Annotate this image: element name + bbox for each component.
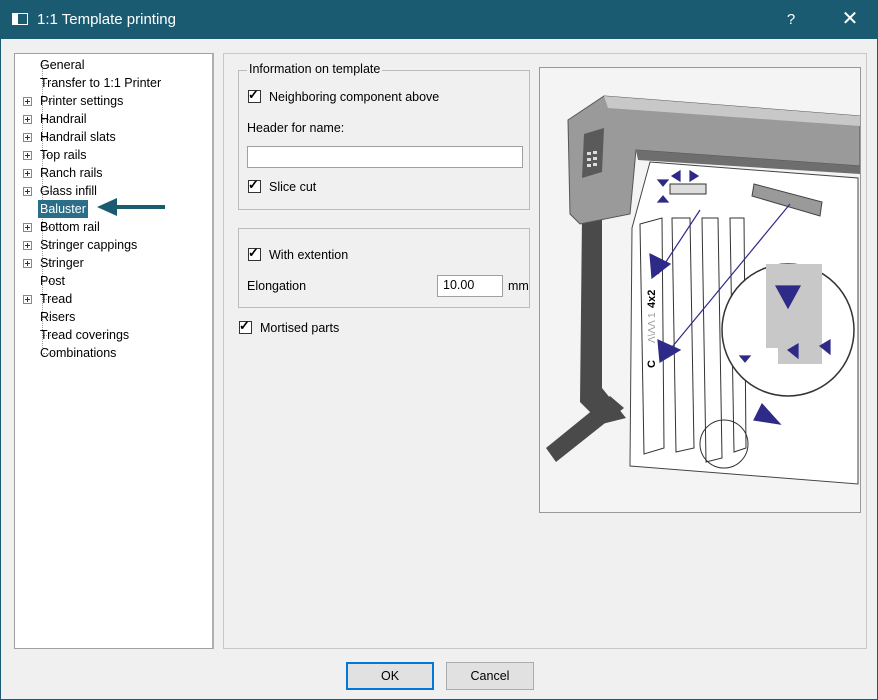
ok-button[interactable]: OK bbox=[346, 662, 434, 690]
tree-item-label: Stringer bbox=[40, 256, 84, 270]
tree-item-stringer[interactable]: Stringer bbox=[15, 254, 210, 272]
check-mark-icon: ✓ bbox=[248, 245, 259, 260]
tree-item-label: Baluster bbox=[38, 200, 88, 218]
tree-item-label: Bottom rail bbox=[40, 220, 100, 234]
information-on-template-group: Information on template ✓ Neighboring com… bbox=[238, 62, 530, 210]
tree-item-post[interactable]: Post bbox=[15, 272, 210, 290]
close-button[interactable]: ✕ bbox=[827, 1, 873, 39]
tree-item-tread-coverings[interactable]: Tread coverings bbox=[15, 326, 210, 344]
tree-item-label: Stringer cappings bbox=[40, 238, 138, 252]
checkbox-box[interactable]: ✓ bbox=[239, 318, 252, 334]
expand-plus-icon[interactable] bbox=[23, 151, 32, 160]
expand-plus-icon[interactable] bbox=[23, 223, 32, 232]
checkbox-box[interactable]: ✓ bbox=[248, 87, 261, 103]
tree-item-label: Combinations bbox=[40, 346, 117, 360]
tree-item-bottom-rail[interactable]: Bottom rail bbox=[15, 218, 210, 236]
elongation-label: Elongation bbox=[247, 279, 307, 293]
check-mark-icon: ✓ bbox=[239, 318, 250, 333]
tree-item-label: Risers bbox=[40, 310, 76, 324]
tree-item-printer-settings[interactable]: Printer settings bbox=[15, 92, 210, 110]
tree-item-label: Printer settings bbox=[40, 94, 124, 108]
mortised-parts-checkbox[interactable]: ✓ Mortised parts bbox=[239, 318, 340, 337]
printer-leg bbox=[580, 218, 626, 424]
checkbox-label: With extention bbox=[269, 248, 349, 262]
check-mark-icon: ✓ bbox=[248, 87, 259, 102]
tree-item-handrail-slats[interactable]: Handrail slats bbox=[15, 128, 210, 146]
dialog-window: 1:1 Template printing ? ✕ General Transfe… bbox=[0, 0, 878, 700]
tree-item-combinations[interactable]: Combinations bbox=[15, 344, 210, 362]
tree-item-transfer-to-1-1-printer[interactable]: Transfer to 1:1 Printer bbox=[15, 74, 210, 92]
with-extension-checkbox[interactable]: ✓ With extention bbox=[248, 245, 349, 264]
template-preview-image: 4x2 C Λ\ΛΛ 1 bbox=[539, 67, 861, 513]
expand-plus-icon[interactable] bbox=[23, 187, 32, 196]
tree-item-tread[interactable]: Tread bbox=[15, 290, 210, 308]
checkbox-label: Mortised parts bbox=[260, 321, 340, 335]
expand-plus-icon[interactable] bbox=[23, 115, 32, 124]
elongation-input[interactable]: 10.00 bbox=[437, 275, 503, 297]
tree-item-stringer-cappings[interactable]: Stringer cappings bbox=[15, 236, 210, 254]
tree-item-label: Handrail slats bbox=[40, 130, 116, 144]
tree-item-label: Transfer to 1:1 Printer bbox=[40, 76, 162, 90]
tree-item-ranch-rails[interactable]: Ranch rails bbox=[15, 164, 210, 182]
tree-item-label: Top rails bbox=[40, 148, 87, 162]
help-button[interactable]: ? bbox=[775, 1, 807, 39]
tree-item-label: Handrail bbox=[40, 112, 87, 126]
tree-item-label: Tread coverings bbox=[40, 328, 130, 342]
tree-item-label: Glass infill bbox=[40, 184, 97, 198]
neighboring-component-checkbox[interactable]: ✓ Neighboring component above bbox=[248, 87, 440, 106]
expand-plus-icon[interactable] bbox=[23, 295, 32, 304]
group-title: Information on template bbox=[247, 62, 383, 76]
tree-item-handrail[interactable]: Handrail bbox=[15, 110, 210, 128]
check-mark-icon: ✓ bbox=[248, 177, 259, 192]
header-for-name-label: Header for name: bbox=[247, 121, 345, 135]
template-text-c: C bbox=[646, 360, 658, 368]
expand-plus-icon[interactable] bbox=[23, 259, 32, 268]
template-text-size: 4x2 bbox=[646, 290, 658, 308]
window-title: 1:1 Template printing bbox=[37, 11, 176, 28]
expand-plus-icon[interactable] bbox=[23, 133, 32, 142]
template-text-gray: Λ\ΛΛ 1 bbox=[647, 312, 658, 343]
extension-group: ✓ With extention Elongation 10.00 mm bbox=[238, 228, 530, 308]
slice-cut-checkbox[interactable]: ✓ Slice cut bbox=[248, 177, 317, 196]
plotter-illustration: 4x2 C Λ\ΛΛ 1 bbox=[546, 95, 861, 485]
checkbox-label: Neighboring component above bbox=[269, 90, 440, 104]
tree-item-top-rails[interactable]: Top rails bbox=[15, 146, 210, 164]
expand-plus-icon[interactable] bbox=[23, 169, 32, 178]
settings-tree[interactable]: General Transfer to 1:1 Printer Printer se… bbox=[14, 53, 214, 649]
tree-item-label: Ranch rails bbox=[40, 166, 103, 180]
elongation-unit: mm bbox=[508, 279, 529, 293]
tree-item-label: General bbox=[40, 58, 85, 72]
pointer-arrow-icon bbox=[97, 198, 165, 216]
checkbox-label: Slice cut bbox=[269, 180, 317, 194]
checkbox-box[interactable]: ✓ bbox=[248, 177, 261, 193]
header-name-input[interactable] bbox=[247, 146, 523, 168]
title-bar[interactable]: 1:1 Template printing ? ✕ bbox=[1, 1, 877, 39]
window-icon bbox=[12, 13, 28, 25]
tree-item-risers[interactable]: Risers bbox=[15, 308, 210, 326]
expand-plus-icon[interactable] bbox=[23, 241, 32, 250]
expand-plus-icon[interactable] bbox=[23, 97, 32, 106]
checkbox-box[interactable]: ✓ bbox=[248, 245, 261, 261]
tree-item-general[interactable]: General bbox=[15, 56, 210, 74]
tree-item-label: Post bbox=[40, 274, 66, 288]
cancel-button[interactable]: Cancel bbox=[446, 662, 534, 690]
tree-item-label: Tread bbox=[40, 292, 73, 306]
